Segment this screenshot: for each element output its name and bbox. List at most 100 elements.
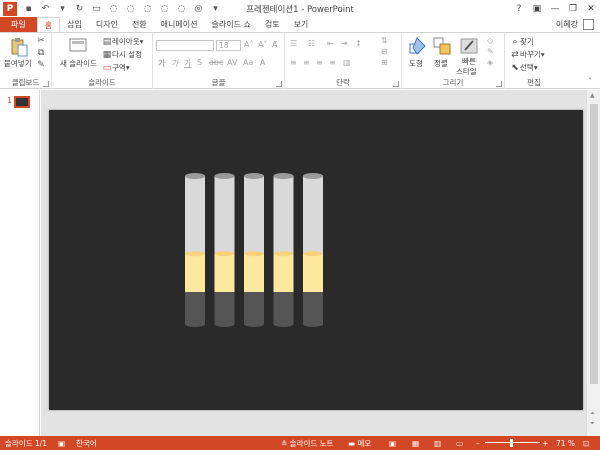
tab-transitions[interactable]: 전환 [125,17,154,32]
grow-font-icon[interactable]: A˄ [244,40,253,49]
tab-file[interactable]: 파일 [0,17,37,32]
smartart-icon[interactable]: ⊞ [381,58,388,67]
paste-button[interactable]: 붙여넣기 [4,58,32,69]
restore-button[interactable]: ❐ [564,0,582,17]
cut-icon[interactable]: ✂ [36,36,46,46]
shadow-icon[interactable]: S [197,58,202,67]
reading-view-icon[interactable]: ▥ [434,439,441,448]
tab-home[interactable]: 홈 [36,17,61,32]
drawing-launcher-icon[interactable] [496,81,502,87]
comments-button[interactable]: ▬ 메모 [348,438,371,449]
qat-icon-3[interactable]: ◌ [141,2,154,15]
qat-icon-2[interactable]: ◌ [124,2,137,15]
new-slide-icon[interactable] [68,36,88,56]
tab-design[interactable]: 디자인 [89,17,125,32]
notes-button[interactable]: ≗ 슬라이드 노트 [281,438,333,449]
normal-view-icon[interactable]: ▣ [389,439,396,448]
strikethrough-icon[interactable]: abc [209,58,223,67]
align-right-icon[interactable]: ≡ [316,58,323,67]
minimize-button[interactable]: — [546,0,564,17]
paragraph-launcher-icon[interactable] [393,81,399,87]
shapes-button[interactable]: 도형 [409,58,423,69]
save-icon[interactable]: ▪ [22,2,35,15]
scroll-thumb[interactable] [590,104,598,384]
customize-qat-icon[interactable]: ▾ [209,2,222,15]
tab-insert[interactable]: 삽입 [60,17,89,32]
bold-icon[interactable]: 가 [158,58,165,69]
font-size-combo[interactable]: 18 [216,40,241,51]
change-case-icon[interactable]: Aa [243,58,253,67]
slide-sorter-icon[interactable]: ▦ [412,439,419,448]
layout-button[interactable]: ▤ 레이아웃 ▾ [102,36,144,47]
decrease-indent-icon[interactable]: ⇤ [327,39,334,48]
start-slideshow-icon[interactable]: ▭ [90,2,103,15]
previous-slide-icon[interactable]: ⏶ [590,410,595,418]
collapse-ribbon-icon[interactable]: ˄ [588,77,592,86]
line-spacing-icon[interactable]: ↕ [355,39,362,48]
shape-fill-icon[interactable]: ◇ [487,36,493,45]
qat-icon-6[interactable]: ◎ [192,2,205,15]
paste-icon[interactable] [9,37,29,57]
quick-styles-label-2[interactable]: 스타일 [456,66,477,77]
justify-icon[interactable]: ≡ [329,58,336,67]
shape-outline-icon[interactable]: ✎ [487,47,494,56]
close-button[interactable]: ✕ [582,0,600,17]
align-center-icon[interactable]: ≡ [303,58,310,67]
new-slide-button[interactable]: 새 슬라이드 [60,58,97,69]
spellcheck-icon[interactable]: ▣ [58,439,65,448]
font-name-combo[interactable] [156,40,214,51]
reset-button[interactable]: ▦ 다시 설정 [102,49,142,60]
zoom-level[interactable]: 71 % [556,439,575,448]
scroll-up-icon[interactable]: ▲ [590,92,595,99]
slide-thumbnail[interactable] [14,96,30,108]
font-color-icon[interactable]: A [260,58,265,67]
clear-format-icon[interactable]: A̸ [272,40,277,49]
font-launcher-icon[interactable] [276,81,282,87]
bullets-icon[interactable]: ☰ [290,39,297,48]
shapes-icon[interactable] [407,36,427,56]
char-spacing-icon[interactable]: AV [227,58,237,67]
undo-dropdown-icon[interactable]: ▾ [56,2,69,15]
undo-icon[interactable]: ↶ [39,2,52,15]
numbering-icon[interactable]: ☷ [308,39,315,48]
slide-canvas[interactable] [49,110,583,410]
ribbon-display-icon[interactable]: ▣ [528,0,546,17]
qat-icon-5[interactable]: ◌ [175,2,188,15]
next-slide-icon[interactable]: ⏷ [590,420,595,428]
format-painter-icon[interactable]: ✎ [36,60,46,70]
align-text-icon[interactable]: ⊟ [381,47,388,56]
shrink-font-icon[interactable]: A˅ [258,40,267,49]
increase-indent-icon[interactable]: ⇥ [341,39,348,48]
tab-slideshow[interactable]: 슬라이드 쇼 [204,17,257,32]
help-button[interactable]: ? [510,0,528,17]
tab-review[interactable]: 검토 [258,17,287,32]
shape-effects-icon[interactable]: ◈ [487,58,493,67]
text-direction-icon[interactable]: ⇅ [381,36,388,45]
vertical-scrollbar[interactable]: ▲ ⏶ ⏷ [586,90,600,436]
user-name[interactable]: 이혜강 [556,19,578,30]
redo-icon[interactable]: ↻ [73,2,86,15]
find-button[interactable]: ⌕ 찾기 [510,36,533,47]
user-avatar-icon[interactable] [583,19,594,30]
section-button[interactable]: ▭ 구역 ▾ [102,62,130,73]
language-status[interactable]: 한국어 [76,438,97,449]
clipboard-launcher-icon[interactable] [43,81,49,87]
fit-to-window-icon[interactable]: ⊡ [583,439,589,448]
zoom-slider-handle[interactable] [510,439,513,447]
replace-button[interactable]: ⇄ 바꾸기 ▾ [510,49,544,60]
align-left-icon[interactable]: ≡ [290,58,297,67]
qat-icon-1[interactable]: ◌ [107,2,120,15]
tab-animations[interactable]: 애니메이션 [154,17,205,32]
arrange-button[interactable]: 정렬 [434,58,448,69]
underline-icon[interactable]: 가 [184,58,191,69]
quick-styles-icon[interactable] [459,36,479,56]
copy-icon[interactable]: ⧉ [36,48,46,58]
zoom-in-icon[interactable]: + [542,439,548,448]
tab-view[interactable]: 보기 [287,17,316,32]
zoom-out-icon[interactable]: – [476,439,480,448]
slideshow-view-icon[interactable]: ▭ [456,439,463,448]
italic-icon[interactable]: 가 [171,58,178,69]
qat-icon-4[interactable]: ◌ [158,2,171,15]
arrange-icon[interactable] [432,36,452,56]
columns-icon[interactable]: ▥ [343,58,351,67]
